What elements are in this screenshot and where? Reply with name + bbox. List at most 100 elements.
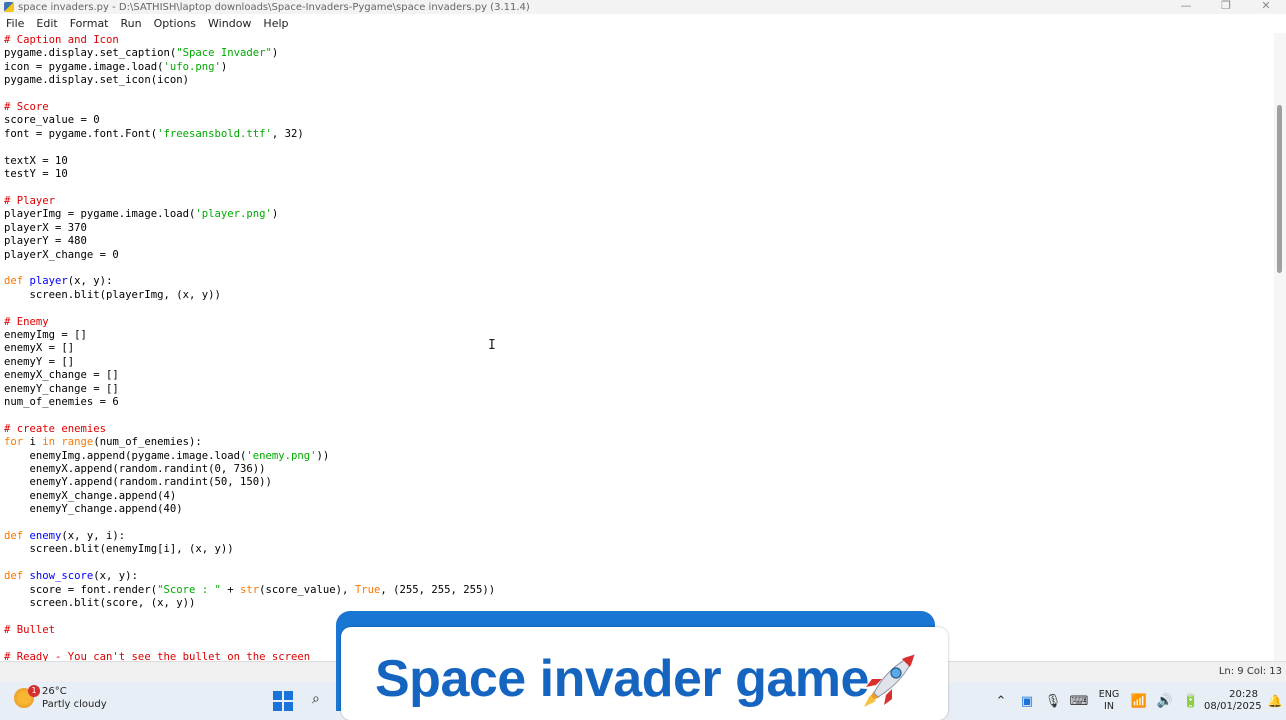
code-token: # Score	[4, 101, 49, 114]
code-token: pygame.display.set_icon(icon)	[4, 74, 189, 87]
menu-file[interactable]: File	[0, 17, 30, 30]
clock[interactable]: 20:28 08/01/2025	[1204, 689, 1264, 713]
code-line[interactable]: enemyImg.append(pygame.image.load('enemy…	[4, 450, 495, 463]
code-token: 'freesansbold.ttf'	[157, 127, 272, 140]
banner-title: Space invader game	[375, 650, 869, 708]
code-line[interactable]: pygame.display.set_icon(icon)	[4, 74, 495, 87]
code-line[interactable]: screen.blit(enemyImg[i], (x, y))	[4, 543, 495, 556]
code-token: playerImg = pygame.image.load(	[4, 208, 196, 221]
code-line[interactable]	[4, 262, 495, 275]
minimize-button[interactable]: —	[1166, 0, 1206, 14]
keyboard-icon[interactable]: ⌨	[1066, 694, 1092, 709]
code-token: score = font.render(	[4, 583, 158, 596]
code-line[interactable]: score = font.render("Score : " + str(sco…	[4, 583, 496, 597]
code-line[interactable]: # create enemies	[4, 423, 495, 436]
rocket-icon	[864, 654, 915, 707]
code-line[interactable]: testY = 10	[4, 168, 495, 181]
code-line[interactable]: font = pygame.font.Font('freesansbold.tt…	[4, 128, 495, 141]
code-token: enemy	[29, 530, 62, 543]
code-token: def	[4, 275, 30, 288]
vertical-scrollbar[interactable]	[1274, 33, 1286, 661]
menu-format[interactable]: Format	[64, 17, 115, 30]
app-tray-icon[interactable]: ▣	[1014, 694, 1040, 709]
menu-window[interactable]: Window	[202, 17, 257, 30]
menu-edit[interactable]: Edit	[30, 17, 63, 30]
code-token: enemyY = []	[4, 355, 75, 368]
language-code: ENG	[1098, 689, 1120, 700]
code-line[interactable]	[4, 302, 495, 315]
code-token: screen.blit(playerImg, (x, y))	[4, 288, 221, 301]
code-line[interactable]: # Score	[4, 101, 495, 114]
notification-bell-icon[interactable]: 🔔	[1264, 694, 1286, 708]
code-line[interactable]: enemyY_change = []	[4, 383, 495, 396]
chevron-up-icon[interactable]: ⌃	[988, 694, 1014, 709]
code-line[interactable]: for i in range(num_of_enemies):	[4, 436, 495, 449]
code-line[interactable]	[4, 181, 495, 194]
code-token: ))	[316, 449, 330, 462]
code-token: , (255, 255, 255))	[380, 583, 496, 596]
battery-icon[interactable]: 🔋	[1178, 694, 1204, 709]
code-line[interactable]: enemyX_change.append(4)	[4, 490, 495, 503]
code-token: True	[354, 583, 381, 596]
code-line[interactable]: enemyY_change.append(40)	[4, 503, 495, 516]
weather-sun-icon: 1	[14, 685, 40, 708]
code-line[interactable]: screen.blit(playerImg, (x, y))	[4, 289, 495, 302]
code-line[interactable]: enemyX.append(random.randint(0, 736))	[4, 463, 495, 476]
code-token: # Player	[4, 194, 56, 207]
code-token: screen.blit(enemyImg[i], (x, y))	[4, 543, 234, 556]
menu-run[interactable]: Run	[115, 17, 148, 30]
code-line[interactable]: # Player	[4, 195, 495, 208]
wifi-icon[interactable]: 📶	[1126, 694, 1152, 709]
search-icon[interactable]: ⌕	[312, 691, 320, 707]
code-line[interactable]: playerY = 480	[4, 235, 495, 248]
weather-widget[interactable]: 1 26°C Partly cloudy	[14, 685, 107, 711]
code-text[interactable]: # Caption and Icon pygame.display.set_cap…	[4, 34, 495, 661]
code-line[interactable]: playerImg = pygame.image.load('player.pn…	[4, 208, 495, 221]
scrollbar-thumb[interactable]	[1277, 105, 1282, 273]
code-line[interactable]: num_of_enemies = 6	[4, 396, 495, 409]
code-line[interactable]: score_value = 0	[4, 114, 495, 127]
code-line[interactable]	[4, 409, 495, 422]
code-line[interactable]: icon = pygame.image.load('ufo.png')	[4, 61, 495, 74]
volume-icon[interactable]: 🔊	[1152, 694, 1178, 709]
code-line[interactable]	[4, 557, 495, 570]
code-line[interactable]: enemyImg = []	[4, 329, 495, 342]
code-line[interactable]: screen.blit(score, (x, y))	[4, 597, 495, 610]
code-token: )	[271, 47, 279, 60]
code-line[interactable]: enemyX_change = []	[4, 369, 495, 382]
window-titlebar[interactable]: space invaders.py - D:\SATHISH\laptop do…	[0, 0, 1286, 14]
code-line[interactable]: enemyX = []	[4, 342, 495, 355]
code-line[interactable]	[4, 517, 495, 530]
code-token: )	[220, 60, 228, 73]
code-line[interactable]	[4, 141, 495, 154]
code-line[interactable]: # Enemy	[4, 316, 495, 329]
code-line[interactable]: # Caption and Icon	[4, 34, 495, 47]
code-token: (num_of_enemies):	[93, 436, 202, 449]
maximize-button[interactable]: ❐	[1206, 0, 1246, 14]
code-line[interactable]	[4, 88, 495, 101]
code-line[interactable]: playerX_change = 0	[4, 249, 495, 262]
code-line[interactable]: textX = 10	[4, 155, 495, 168]
close-button[interactable]: ✕	[1246, 0, 1286, 14]
code-token: playerX = 370	[4, 221, 87, 234]
code-line[interactable]: playerX = 370	[4, 222, 495, 235]
windows-start-icon[interactable]	[273, 691, 293, 711]
code-line[interactable]: def show_score(x, y):	[4, 570, 495, 583]
code-token: icon = pygame.image.load(	[4, 60, 164, 73]
code-token: , 32)	[271, 127, 304, 140]
code-token: for	[4, 436, 30, 449]
code-line[interactable]: def player(x, y):	[4, 275, 495, 288]
microphone-icon[interactable]: 🎙	[1040, 694, 1066, 709]
menu-options[interactable]: Options	[148, 17, 202, 30]
python-idle-icon	[4, 2, 14, 12]
code-token: playerX_change = 0	[4, 248, 119, 261]
language-indicator[interactable]: ENG IN	[1092, 689, 1126, 713]
code-token: score_value = 0	[4, 114, 100, 127]
code-line[interactable]: enemyY = []	[4, 356, 495, 369]
code-line[interactable]: pygame.display.set_caption("Space Invade…	[4, 47, 495, 60]
code-line[interactable]: enemyY.append(random.randint(50, 150))	[4, 476, 495, 489]
code-line[interactable]: def enemy(x, y, i):	[4, 530, 495, 543]
code-editor[interactable]: # Caption and Icon pygame.display.set_cap…	[0, 33, 1272, 661]
code-token: +	[220, 583, 240, 596]
menu-help[interactable]: Help	[257, 17, 294, 30]
